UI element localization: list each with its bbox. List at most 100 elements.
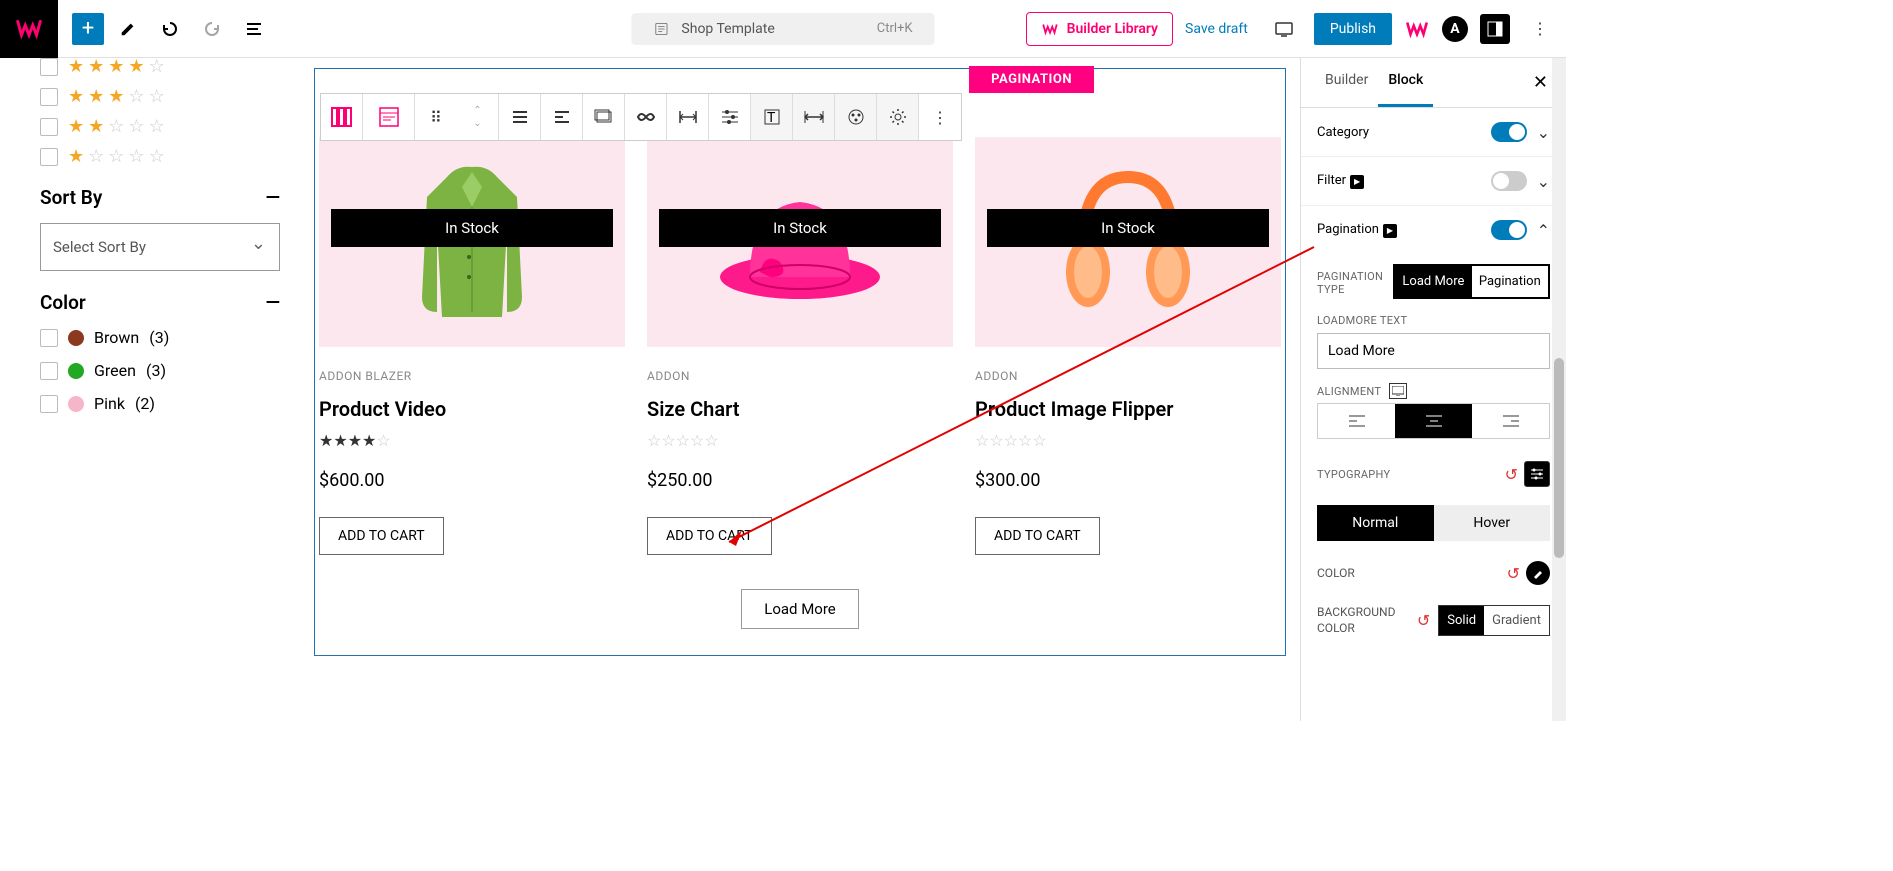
color-picker-icon[interactable] (1526, 561, 1550, 585)
bg-gradient-button[interactable]: Gradient (1484, 606, 1549, 635)
category-toggle[interactable] (1491, 122, 1527, 142)
loadmore-text-label: LOADMORE TEXT (1317, 314, 1550, 327)
product-card[interactable]: In Stock ADDON Product Image Flipper ☆☆☆… (975, 137, 1281, 555)
stock-badge: In Stock (987, 209, 1269, 247)
move-arrows[interactable]: ⌃⌄ (457, 94, 499, 140)
add-to-cart-button[interactable]: ADD TO CART (647, 517, 772, 555)
columns-icon[interactable] (321, 94, 363, 140)
product-rating: ☆☆☆☆☆ (975, 431, 1281, 450)
product-title: Product Video (319, 397, 625, 421)
undo-icon[interactable] (152, 11, 188, 47)
product-card[interactable]: In Stock ADDON Size Chart ☆☆☆☆☆ $250.00 … (647, 137, 953, 555)
align-icon[interactable] (499, 94, 541, 140)
block-toolbar: ⠿ ⌃⌄ T ⋮ (320, 93, 962, 141)
product-price: $250.00 (647, 470, 953, 491)
collapse-icon[interactable]: — (265, 186, 280, 209)
color-filter-green[interactable]: Green(3) (40, 361, 280, 380)
category-label: Category (1317, 125, 1369, 140)
product-price: $600.00 (319, 470, 625, 491)
chevron-down-icon[interactable]: ⌄ (1537, 123, 1550, 142)
align-left-button[interactable] (1318, 404, 1395, 438)
state-tab-hover[interactable]: Hover (1434, 505, 1551, 541)
alignment-label: ALIGNMENT (1317, 385, 1381, 398)
product-price: $300.00 (975, 470, 1281, 491)
loadmore-text-input[interactable] (1317, 333, 1550, 369)
color-filter-pink[interactable]: Pink(2) (40, 394, 280, 413)
panel-toggle-icon[interactable] (1480, 14, 1510, 44)
typography-settings-icon[interactable] (1524, 461, 1550, 487)
infinite-icon[interactable] (625, 94, 667, 140)
add-to-cart-button[interactable]: ADD TO CART (319, 517, 444, 555)
rating-filter-3[interactable]: ★★★☆☆ (40, 88, 280, 106)
product-card[interactable]: In Stock ADDON BLAZER Product Video ★★★★… (319, 137, 625, 555)
chevron-down-icon[interactable]: ⌄ (1537, 172, 1550, 191)
reset-icon[interactable]: ↺ (1507, 564, 1520, 583)
rating-filter-4[interactable]: ★★★★☆ (40, 58, 280, 76)
load-more-button[interactable]: Load More (741, 589, 859, 629)
state-tab-normal[interactable]: Normal (1317, 505, 1434, 541)
tab-builder[interactable]: Builder (1315, 58, 1378, 107)
typography-icon[interactable]: T (751, 94, 793, 140)
list-view-icon[interactable] (236, 11, 272, 47)
play-icon: ▶ (1350, 175, 1364, 189)
color-label: COLOR (1317, 566, 1355, 580)
product-title: Size Chart (647, 397, 953, 421)
typography-label: TYPOGRAPHY (1317, 468, 1390, 481)
width-icon[interactable] (667, 94, 709, 140)
edit-icon[interactable] (110, 11, 146, 47)
user-avatar[interactable]: A (1442, 16, 1468, 42)
gear-icon[interactable] (877, 94, 919, 140)
preview-icon[interactable] (1266, 11, 1302, 47)
filter-label: Filter (1317, 173, 1346, 188)
align-right-button[interactable] (1472, 404, 1549, 438)
pagination-type-loadmore[interactable]: Load More (1395, 266, 1471, 297)
redo-icon[interactable] (194, 11, 230, 47)
pagination-label: Pagination (1317, 222, 1379, 237)
close-panel-icon[interactable]: ✕ (1529, 58, 1552, 107)
template-icon (653, 21, 669, 37)
products-block[interactable]: ⠿ ⌃⌄ T ⋮ (314, 68, 1286, 656)
sort-select[interactable]: Select Sort By (40, 223, 280, 271)
color-filter-brown[interactable]: Brown(3) (40, 328, 280, 347)
parent-icon[interactable] (363, 94, 415, 140)
save-draft-link[interactable]: Save draft (1185, 21, 1248, 37)
collapse-icon[interactable]: — (265, 291, 280, 314)
publish-button[interactable]: Publish (1314, 13, 1392, 45)
tab-block[interactable]: Block (1378, 58, 1433, 107)
rating-filter-1[interactable]: ★☆☆☆☆ (40, 148, 280, 166)
scrollbar[interactable] (1552, 58, 1566, 721)
align-center-button[interactable] (1395, 404, 1472, 438)
justify-icon[interactable] (541, 94, 583, 140)
app-logo[interactable] (0, 0, 58, 58)
horizontal-arrows-icon[interactable] (793, 94, 835, 140)
pagination-type-pagination[interactable]: Pagination (1472, 266, 1548, 297)
settings-panel: Builder Block ✕ Category ⌄ Filter ▶ ⌄ Pagin… (1300, 58, 1566, 721)
stock-badge: In Stock (331, 209, 613, 247)
toolbar-more-icon[interactable]: ⋮ (919, 94, 961, 140)
drag-icon[interactable]: ⠿ (415, 94, 457, 140)
editor-canvas[interactable]: PAGINATION ⠿ ⌃⌄ T ⋮ (300, 58, 1300, 721)
stock-badge: In Stock (659, 209, 941, 247)
template-name-pill[interactable]: Shop Template Ctrl+K (631, 13, 934, 45)
reset-icon[interactable]: ↺ (1417, 611, 1430, 630)
filter-toggle[interactable] (1491, 171, 1527, 191)
product-category: ADDON BLAZER (319, 369, 625, 383)
more-menu-icon[interactable]: ⋮ (1522, 11, 1558, 47)
media-icon[interactable] (583, 94, 625, 140)
bg-solid-button[interactable]: Solid (1439, 606, 1484, 635)
add-to-cart-button[interactable]: ADD TO CART (975, 517, 1100, 555)
add-block-button[interactable]: + (72, 13, 104, 45)
color-label: Color (40, 291, 86, 314)
rating-filter-2[interactable]: ★★☆☆☆ (40, 118, 280, 136)
builder-library-button[interactable]: Builder Library (1026, 12, 1173, 46)
library-logo-icon (1041, 20, 1059, 38)
reset-icon[interactable]: ↺ (1505, 465, 1518, 484)
responsive-icon[interactable] (1389, 383, 1407, 399)
product-rating: ☆☆☆☆☆ (647, 431, 953, 450)
product-title: Product Image Flipper (975, 397, 1281, 421)
settings-sliders-icon[interactable] (709, 94, 751, 140)
brand-icon[interactable] (1404, 16, 1430, 42)
color-palette-icon[interactable] (835, 94, 877, 140)
pagination-toggle[interactable] (1491, 220, 1527, 240)
chevron-up-icon[interactable]: ⌃ (1537, 221, 1550, 240)
